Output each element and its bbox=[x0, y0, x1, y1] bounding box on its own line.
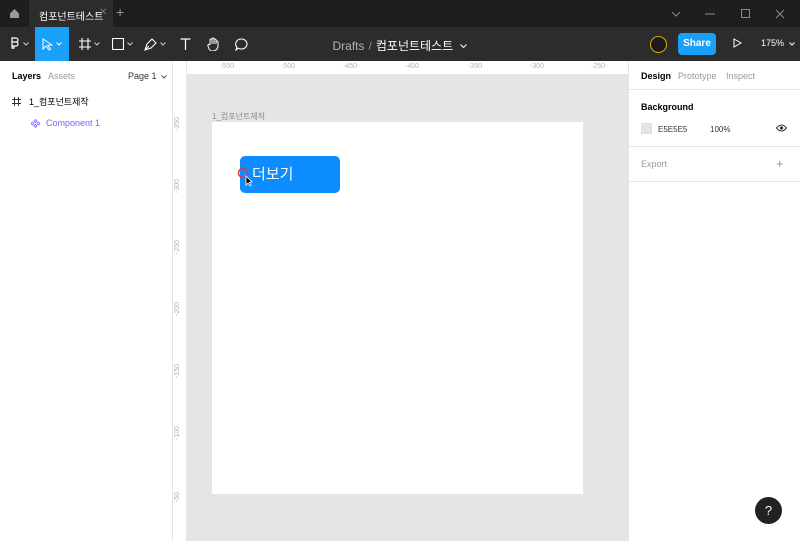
canvas[interactable]: -550 -500 -450 -400 -350 -300 -250 -350 … bbox=[173, 61, 628, 541]
ruler-tick: -300 bbox=[174, 178, 181, 193]
breadcrumb-folder[interactable]: Drafts bbox=[333, 39, 365, 53]
present-button[interactable] bbox=[733, 38, 743, 51]
more-button-component[interactable]: 더보기 bbox=[240, 156, 340, 193]
ruler-tick: -400 bbox=[404, 63, 420, 70]
minimize-icon[interactable] bbox=[693, 0, 727, 27]
tab-design[interactable]: Design bbox=[641, 71, 671, 81]
divider bbox=[629, 89, 800, 90]
eye-icon[interactable] bbox=[776, 124, 787, 132]
layer-label: 1_컴포넌트제작 bbox=[29, 97, 89, 107]
help-button[interactable]: ? bbox=[755, 497, 782, 524]
ruler-tick: -250 bbox=[174, 239, 181, 254]
design-panel: Design Prototype Inspect Background E5E5… bbox=[628, 61, 800, 541]
file-tab[interactable]: 컴포넌트테스트 ✕ bbox=[29, 0, 113, 27]
divider bbox=[629, 146, 800, 147]
breadcrumb-separator: / bbox=[368, 39, 372, 53]
page-label: Page 1 bbox=[128, 71, 157, 81]
background-section-title: Background bbox=[641, 102, 694, 112]
title-bar: 컴포넌트테스트 ✕ + bbox=[0, 0, 800, 27]
close-window-icon[interactable] bbox=[763, 0, 797, 27]
layer-item-frame[interactable]: 1_컴포넌트제작 bbox=[12, 95, 89, 108]
zoom-menu[interactable]: 175% bbox=[761, 38, 795, 48]
ruler-tick: -550 bbox=[219, 63, 235, 70]
ruler-tick: -150 bbox=[174, 363, 181, 378]
play-icon bbox=[733, 38, 743, 48]
background-opacity-input[interactable]: 100% bbox=[710, 125, 730, 134]
home-icon[interactable] bbox=[0, 0, 29, 27]
chevron-down-icon[interactable] bbox=[460, 44, 468, 49]
ruler-tick: -350 bbox=[174, 116, 181, 131]
ruler-tick: -300 bbox=[529, 63, 545, 70]
tab-inspect[interactable]: Inspect bbox=[726, 71, 755, 81]
new-tab-button[interactable]: + bbox=[116, 5, 124, 19]
ruler-tick: -500 bbox=[280, 63, 296, 70]
layers-panel: Layers Assets Page 1 1_컴포넌트제작 Component … bbox=[0, 61, 173, 541]
zoom-level: 175% bbox=[761, 38, 785, 48]
layer-label: Component 1 bbox=[46, 118, 101, 128]
background-hex-input[interactable]: E5E5E5 bbox=[658, 125, 687, 134]
background-color-swatch[interactable] bbox=[641, 123, 652, 134]
tab-prototype[interactable]: Prototype bbox=[678, 71, 717, 81]
add-export-button[interactable]: + bbox=[776, 156, 784, 171]
page-selector[interactable]: Page 1 bbox=[128, 71, 167, 81]
chevron-down-icon[interactable] bbox=[659, 0, 693, 27]
component-icon bbox=[31, 118, 40, 128]
ruler-tick: -100 bbox=[174, 425, 181, 440]
frame-label[interactable]: 1_컴포넌트제작 bbox=[212, 111, 265, 122]
ruler-tick: -450 bbox=[342, 63, 358, 70]
frame-icon bbox=[12, 97, 21, 106]
ruler-tick: -200 bbox=[174, 301, 181, 316]
chevron-down-icon bbox=[161, 75, 167, 79]
user-avatar[interactable] bbox=[650, 36, 667, 53]
chevron-down-icon bbox=[788, 42, 795, 46]
tab-assets[interactable]: Assets bbox=[48, 71, 75, 81]
ruler-tick: -50 bbox=[174, 491, 181, 502]
share-button[interactable]: Share bbox=[678, 33, 716, 55]
divider bbox=[629, 181, 800, 182]
ruler-tick: -250 bbox=[590, 63, 606, 70]
layer-item-component[interactable]: Component 1 bbox=[31, 118, 100, 128]
tab-layers[interactable]: Layers bbox=[12, 71, 41, 81]
ruler-vertical: -350 -300 -250 -200 -150 -100 -50 bbox=[173, 61, 187, 541]
export-section-title: Export bbox=[641, 159, 668, 169]
mouse-cursor-icon bbox=[237, 167, 253, 187]
file-tab-title: 컴포넌트테스트 bbox=[39, 12, 104, 23]
ruler-tick: -350 bbox=[467, 63, 483, 70]
maximize-icon[interactable] bbox=[728, 0, 762, 27]
close-tab-icon[interactable]: ✕ bbox=[99, 7, 107, 18]
ruler-horizontal: -550 -500 -450 -400 -350 -300 -250 bbox=[187, 61, 628, 75]
breadcrumb-file-name[interactable]: 컴포넌트테스트 bbox=[376, 39, 453, 53]
